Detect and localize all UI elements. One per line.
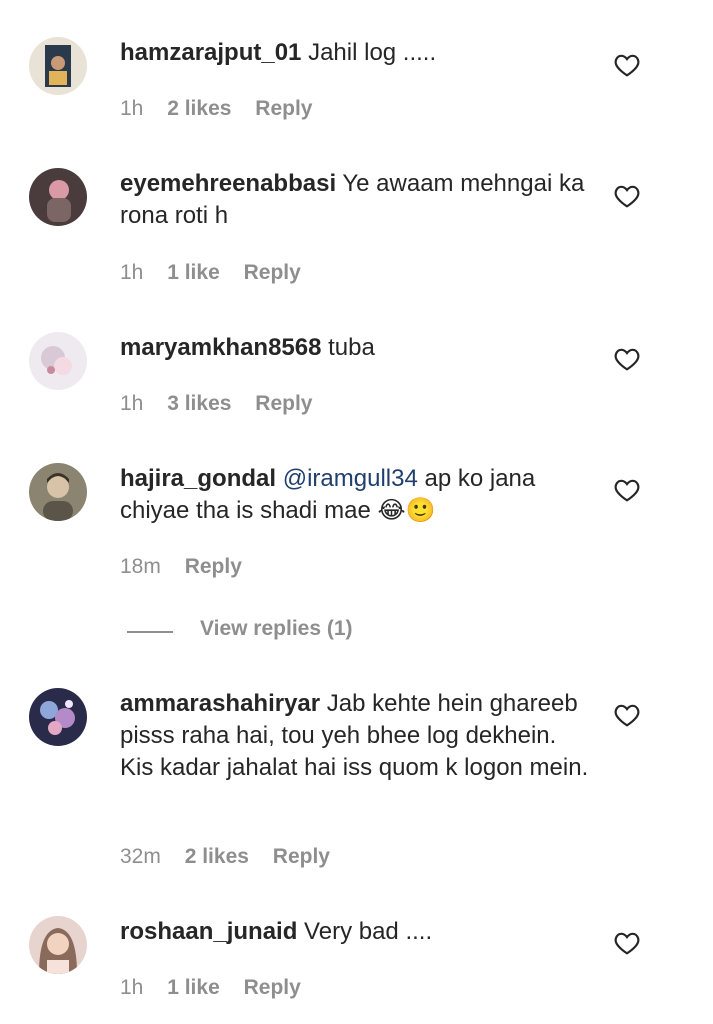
- likes-count[interactable]: 1 like: [167, 261, 220, 284]
- comment-text: hajira_gondal @iramgull34 ap ko jana chi…: [120, 463, 590, 527]
- comment-text: ammarashahiryar Jab kehte hein ghareeb p…: [120, 688, 590, 784]
- likes-count[interactable]: 2 likes: [167, 97, 231, 120]
- username[interactable]: hamzarajput_01: [120, 39, 301, 66]
- heart-outline-icon[interactable]: [614, 703, 640, 727]
- likes-count[interactable]: 2 likes: [185, 845, 249, 868]
- comment-body: Jahil log .....: [308, 39, 437, 66]
- reply-button[interactable]: Reply: [244, 976, 301, 999]
- avatar[interactable]: [29, 37, 87, 95]
- username[interactable]: eyemehreenabbasi: [120, 170, 336, 197]
- comment-text: hamzarajput_01 Jahil log .....: [120, 37, 590, 69]
- avatar[interactable]: [29, 688, 87, 746]
- comment-time: 32m: [120, 845, 161, 868]
- username[interactable]: roshaan_junaid: [120, 918, 297, 945]
- comment-text: maryamkhan8568 tuba: [120, 332, 590, 364]
- comment-meta: 1h 3 likes Reply: [120, 392, 330, 416]
- comment-meta: 1h 1 like Reply: [120, 976, 319, 1000]
- comment-meta: 18m Reply: [120, 555, 260, 579]
- avatar[interactable]: [29, 463, 87, 521]
- view-replies-label[interactable]: View replies (1): [200, 617, 353, 641]
- comment-text: roshaan_junaid Very bad ....: [120, 916, 590, 948]
- comment-time: 18m: [120, 555, 161, 578]
- avatar[interactable]: [29, 916, 87, 974]
- likes-count[interactable]: 1 like: [167, 976, 220, 999]
- comment-body: Very bad ....: [304, 918, 433, 945]
- comment-time: 1h: [120, 976, 144, 999]
- heart-outline-icon[interactable]: [614, 184, 640, 208]
- heart-outline-icon[interactable]: [614, 478, 640, 502]
- heart-outline-icon[interactable]: [614, 347, 640, 371]
- divider-line: [127, 631, 173, 633]
- reply-button[interactable]: Reply: [273, 845, 330, 868]
- reply-button[interactable]: Reply: [255, 392, 312, 415]
- reply-button[interactable]: Reply: [244, 261, 301, 284]
- comment-text: eyemehreenabbasi Ye awaam mehngai ka ron…: [120, 168, 590, 232]
- comment-time: 1h: [120, 392, 144, 415]
- heart-outline-icon[interactable]: [614, 53, 640, 77]
- username[interactable]: hajira_gondal: [120, 465, 276, 492]
- avatar[interactable]: [29, 332, 87, 390]
- username[interactable]: ammarashahiryar: [120, 690, 320, 717]
- reply-button[interactable]: Reply: [255, 97, 312, 120]
- comment-time: 1h: [120, 261, 144, 284]
- reply-button[interactable]: Reply: [185, 555, 242, 578]
- mention-link[interactable]: @iramgull34: [283, 465, 418, 492]
- comment-meta: 32m 2 likes Reply: [120, 845, 348, 869]
- emoji: 😂🙂: [377, 497, 436, 524]
- comment-meta: 1h 2 likes Reply: [120, 97, 330, 121]
- username[interactable]: maryamkhan8568: [120, 334, 321, 361]
- avatar[interactable]: [29, 168, 87, 226]
- heart-outline-icon[interactable]: [614, 931, 640, 955]
- comment-time: 1h: [120, 97, 144, 120]
- comment-meta: 1h 1 like Reply: [120, 261, 319, 285]
- likes-count[interactable]: 3 likes: [167, 392, 231, 415]
- comment-body: tuba: [328, 334, 375, 361]
